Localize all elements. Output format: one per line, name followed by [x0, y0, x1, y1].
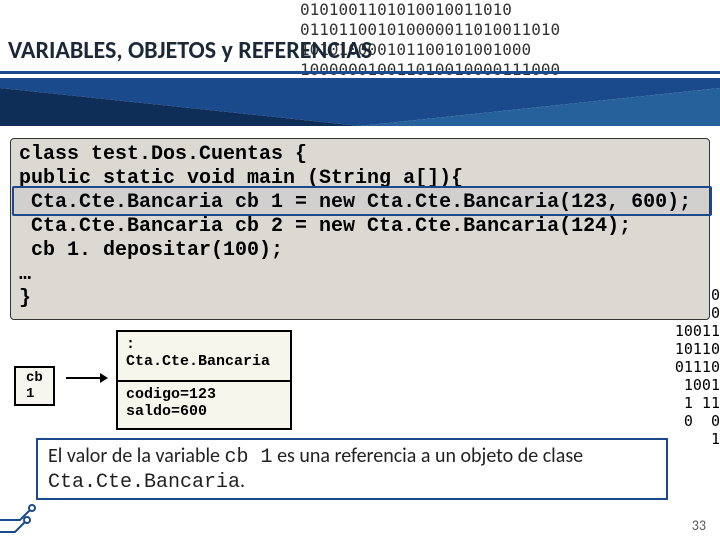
- note-class: Cta.Cte.Bancaria: [48, 471, 240, 494]
- variable-box: cb 1: [14, 366, 55, 406]
- reference-arrow-icon: [66, 372, 108, 384]
- title-band: VARIABLES, OBJETOS y REFERENCIAS: [0, 36, 720, 74]
- code-block: class test.Dos.Cuentas { public static v…: [10, 138, 710, 320]
- code-highlight-box: [12, 186, 712, 216]
- page-number: 33: [692, 517, 706, 534]
- code-line: …: [19, 263, 31, 286]
- code-line: cb 1. depositar(100);: [19, 239, 283, 262]
- note-text: es una referencia a un objeto de clase: [273, 444, 584, 468]
- object-field: codigo=123: [126, 386, 216, 403]
- title-underline: [0, 71, 720, 74]
- explanation-note: El valor de la variable cb 1 es una refe…: [36, 438, 668, 500]
- object-field: saldo=600: [126, 403, 207, 420]
- code-line: }: [19, 287, 31, 310]
- note-var: cb 1: [225, 446, 273, 469]
- note-text: .: [240, 469, 245, 493]
- object-class-label: : Cta.Cte.Bancaria: [118, 332, 290, 380]
- object-fields: codigo=123 saldo=600: [118, 380, 290, 428]
- object-box: : Cta.Cte.Bancaria codigo=123 saldo=600: [116, 330, 292, 430]
- code-line: class test.Dos.Cuentas {: [19, 143, 307, 166]
- slide-title: VARIABLES, OBJETOS y REFERENCIAS: [0, 36, 720, 65]
- code-line: Cta.Cte.Bancaria cb 2 = new Cta.Cte.Banc…: [19, 215, 631, 238]
- note-text: El valor de la variable: [48, 444, 225, 468]
- angle-band: [0, 78, 720, 126]
